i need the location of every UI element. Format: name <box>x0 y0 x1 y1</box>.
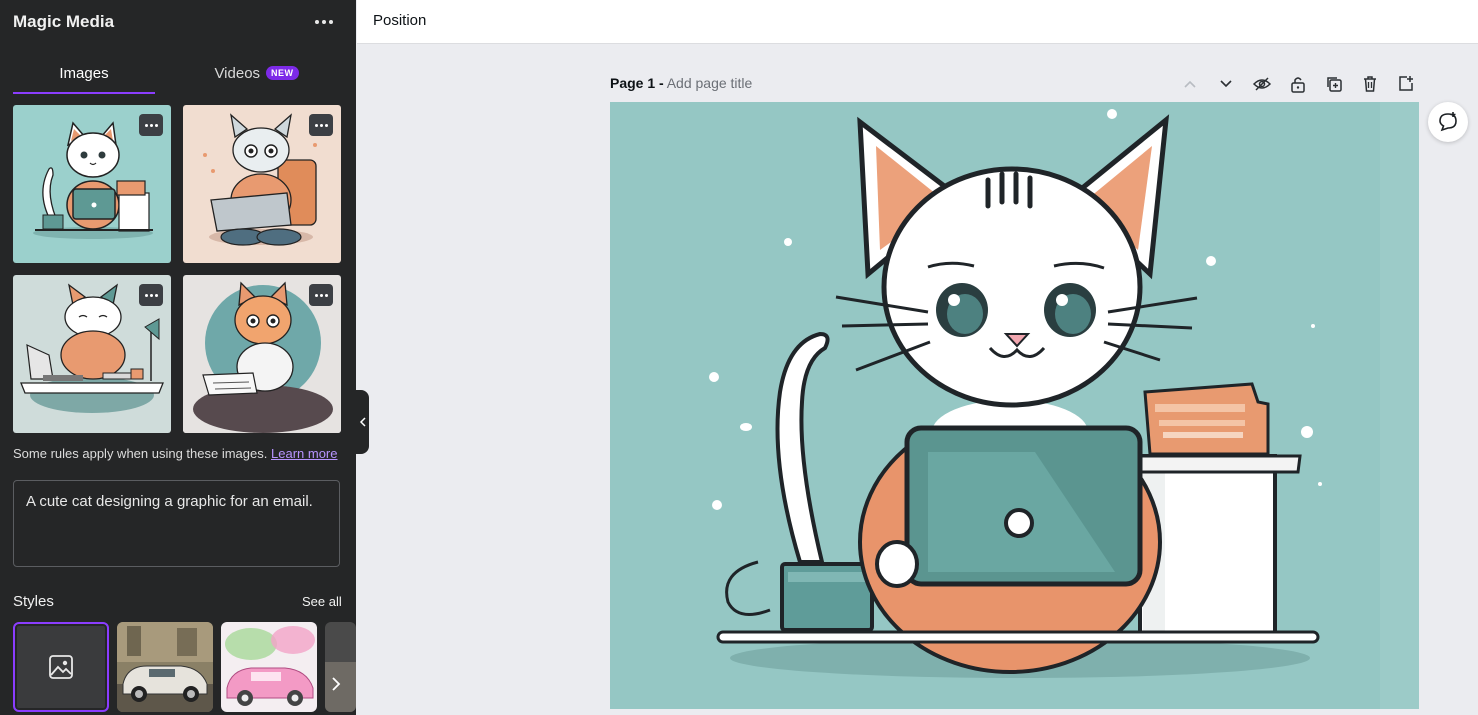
usage-rules-text: Some rules apply when using these images… <box>13 446 268 461</box>
tab-images[interactable]: Images <box>13 52 155 94</box>
cat-at-laptop-illustration <box>610 102 1419 709</box>
trash-icon[interactable] <box>1356 70 1384 98</box>
generated-image-1[interactable] <box>13 105 171 263</box>
tab-videos[interactable]: Videos NEW <box>173 52 340 94</box>
add-comment-button[interactable] <box>1428 102 1468 142</box>
style-watercolor[interactable] <box>221 622 317 712</box>
generated-image-2[interactable] <box>183 105 341 263</box>
hide-page-icon[interactable] <box>1248 70 1276 98</box>
pink-car-illustration <box>221 622 317 712</box>
image-icon <box>49 655 73 679</box>
lock-icon[interactable] <box>1284 70 1312 98</box>
vintage-car-photo <box>117 622 213 712</box>
duplicate-page-icon[interactable] <box>1320 70 1348 98</box>
tab-videos-label: Videos <box>214 64 261 82</box>
learn-more-link[interactable]: Learn more <box>271 446 337 461</box>
collapse-panel-button[interactable] <box>356 390 369 454</box>
style-none[interactable] <box>13 622 109 712</box>
panel-title: Magic Media <box>13 12 115 31</box>
chevron-down-icon[interactable] <box>1212 70 1240 98</box>
prompt-input[interactable]: A cute cat designing a graphic for an em… <box>13 480 340 567</box>
editor-topbar: Position <box>357 0 1478 44</box>
position-button[interactable]: Position <box>373 12 426 29</box>
chevron-right-icon[interactable] <box>324 660 348 708</box>
magic-media-panel: Magic Media Images Videos NEW Some rules… <box>0 0 356 715</box>
style-photo[interactable] <box>117 622 213 712</box>
chevron-up-icon[interactable] <box>1176 70 1204 98</box>
more-options-icon[interactable] <box>310 10 338 34</box>
see-all-link[interactable]: See all <box>302 594 342 609</box>
new-badge: NEW <box>266 66 299 80</box>
image-options-icon[interactable] <box>139 284 163 306</box>
styles-heading: Styles <box>13 593 54 610</box>
page-number: Page 1 - <box>610 75 664 91</box>
media-tabs: Images Videos NEW <box>13 52 340 94</box>
add-page-icon[interactable] <box>1392 70 1420 98</box>
page-label: Page 1 - Add page title <box>610 75 752 91</box>
image-options-icon[interactable] <box>139 114 163 136</box>
image-options-icon[interactable] <box>309 284 333 306</box>
image-options-icon[interactable] <box>309 114 333 136</box>
usage-rules-note: Some rules apply when using these images… <box>13 446 337 461</box>
page-title-input[interactable]: Add page title <box>667 75 753 91</box>
chevron-left-icon <box>359 417 366 427</box>
generated-image-4[interactable] <box>183 275 341 433</box>
page-toolbar <box>1176 70 1420 98</box>
generated-image-3[interactable] <box>13 275 171 433</box>
design-page[interactable] <box>610 102 1419 709</box>
tab-images-label: Images <box>59 64 109 82</box>
panel-header: Magic Media <box>0 0 356 44</box>
comment-add-icon <box>1439 112 1457 132</box>
